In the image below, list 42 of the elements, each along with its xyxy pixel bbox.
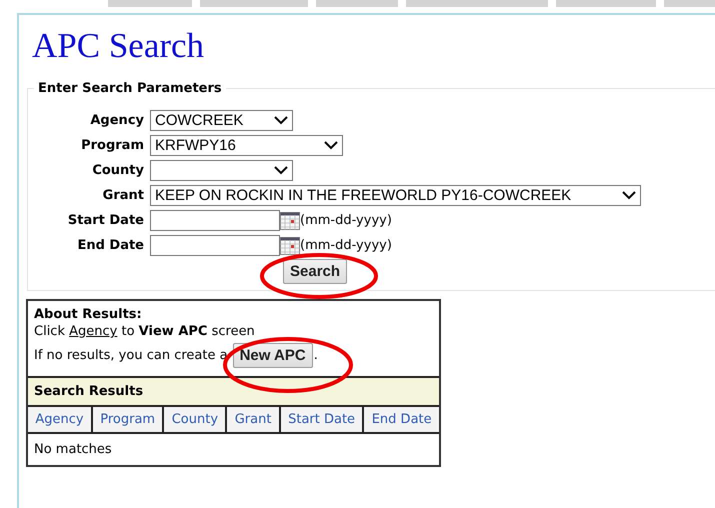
field-label: County — [92, 163, 144, 178]
date-field[interactable] — [150, 210, 280, 231]
column-header[interactable]: Agency — [28, 407, 93, 432]
date-hint: (mm-dd-yyyy) — [300, 213, 392, 228]
chevron-icon — [274, 166, 288, 175]
dropdown[interactable]: KRFWPY16 — [150, 135, 343, 156]
empty-message: No matches — [33, 441, 113, 459]
column-header[interactable]: End Date — [364, 407, 439, 432]
chevron-icon — [622, 191, 636, 200]
nav-tab[interactable] — [556, 0, 656, 7]
agency-link[interactable]: Agency — [69, 324, 118, 339]
field-label: Program — [81, 138, 144, 153]
nav-tab[interactable] — [108, 0, 192, 7]
search-button[interactable]: Search — [283, 259, 348, 284]
calendar-icon[interactable] — [280, 236, 300, 254]
nav-tab[interactable] — [664, 0, 715, 7]
dropdown[interactable] — [150, 160, 293, 181]
new-apc-button[interactable]: New APC — [232, 343, 313, 368]
column-header[interactable]: Grant — [227, 407, 281, 432]
about-heading: About Results: — [34, 307, 143, 322]
page-title: APC Search — [32, 25, 204, 67]
nav-tab[interactable] — [406, 0, 548, 7]
period-text: . — [314, 348, 318, 363]
calendar-icon[interactable] — [280, 212, 300, 230]
field-label: Grant — [102, 188, 144, 203]
field-label: End Date — [77, 238, 144, 253]
panel-legend: Enter Search Parameters — [34, 81, 226, 96]
chevron-icon — [324, 141, 338, 150]
nav-tab[interactable] — [200, 0, 308, 7]
dropdown[interactable]: COWCREEK — [150, 110, 293, 131]
dropdown[interactable]: KEEP ON ROCKIN IN THE FREEWORLD PY16-COWCREEK — [150, 185, 641, 206]
field-label: Start Date — [68, 213, 144, 228]
column-header[interactable]: County — [164, 407, 228, 432]
instruction-text: Click Agency to View APC screen — [34, 324, 256, 339]
nav-tab[interactable] — [316, 0, 398, 7]
column-header[interactable]: Program — [92, 407, 164, 432]
column-header[interactable]: Start Date — [280, 407, 364, 432]
date-hint: (mm-dd-yyyy) — [300, 238, 392, 253]
chevron-icon — [274, 116, 288, 125]
results-heading: Search Results — [28, 378, 439, 407]
date-field[interactable] — [150, 235, 280, 256]
field-label: Agency — [90, 113, 144, 128]
